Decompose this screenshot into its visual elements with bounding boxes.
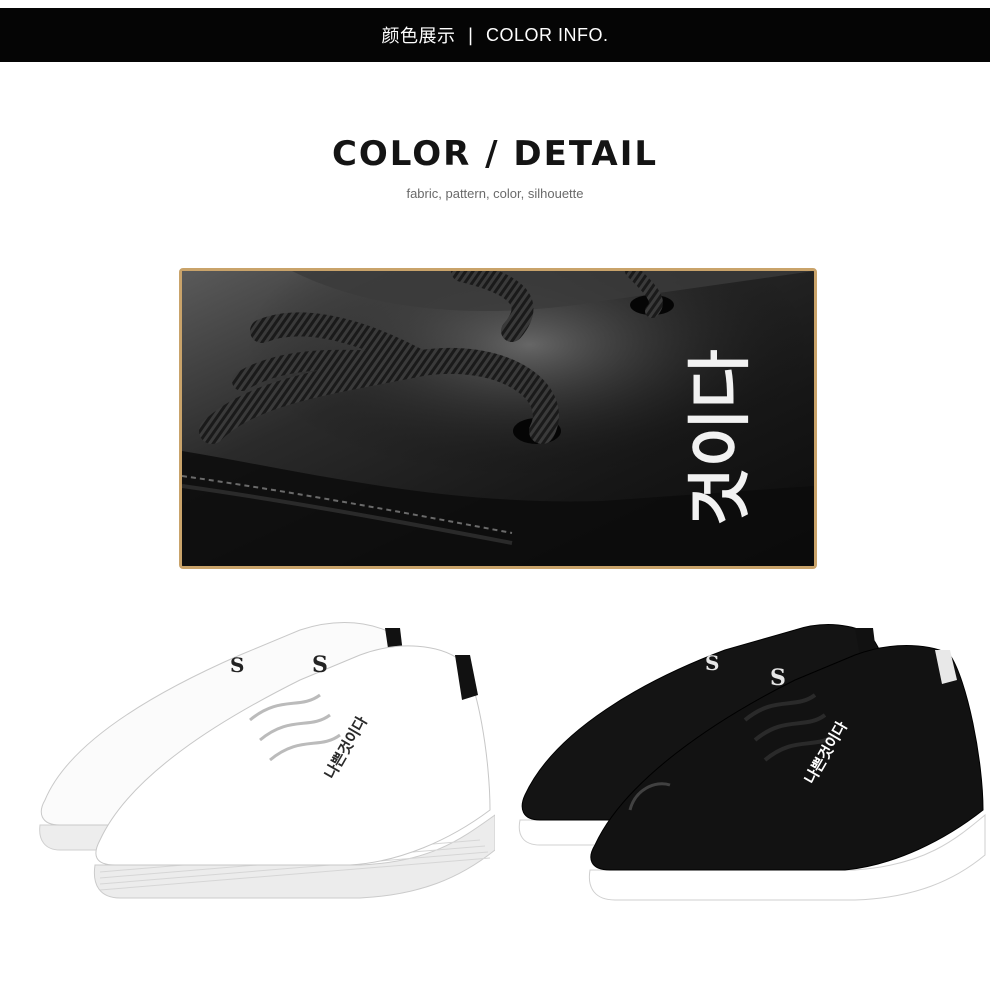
black-shoe-illustration: S S 나쁜것이다	[518, 624, 986, 901]
white-shoe-illustration: S S 나쁜것이다	[39, 622, 495, 899]
black-shoe-tongue-letter: S	[770, 665, 786, 691]
section-subtitle: fabric, pattern, color, silhouette	[406, 186, 584, 201]
white-shoe-tongue-letter: S	[312, 652, 328, 678]
black-shoe-product-image: S S 나쁜것이다	[495, 600, 990, 989]
section-title: COLOR / DETAIL	[331, 134, 659, 174]
black-shoe-back-tongue-letter: S	[705, 651, 719, 675]
header-title-en: COLOR INFO.	[486, 24, 609, 45]
white-shoe-back-tongue-letter: S	[230, 653, 244, 677]
detail-print-text: 것이다	[684, 349, 758, 526]
header-separator: |	[467, 24, 475, 46]
color-info-header: 颜色展示 | COLOR INFO.	[0, 8, 990, 62]
leather-lace-closeup-illustration: 것이다	[182, 271, 814, 566]
white-shoe-product-image: S S 나쁜것이다	[0, 600, 495, 989]
detail-closeup-image: 것이다	[179, 268, 817, 569]
header-title-cn: 颜色展示	[381, 26, 456, 47]
white-shoe-front: S S 나쁜것이다	[93, 645, 495, 899]
